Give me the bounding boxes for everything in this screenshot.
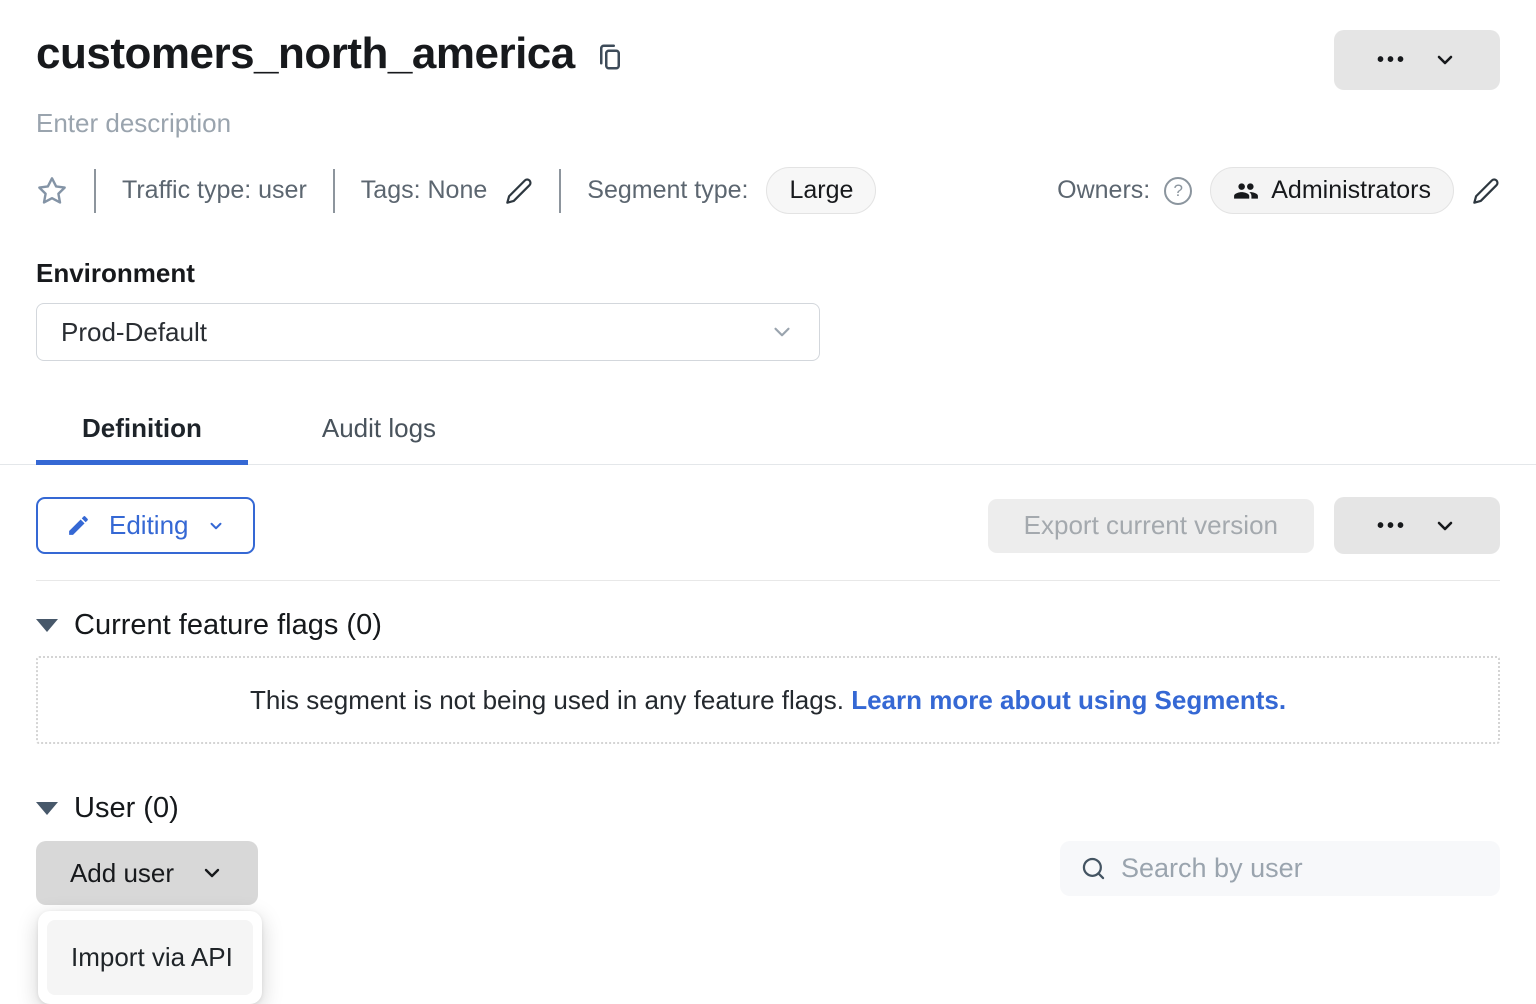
page-title: customers_north_america (36, 30, 575, 78)
caret-down-icon (36, 802, 58, 815)
section-divider (36, 580, 1500, 581)
tags-label: Tags: None (361, 176, 487, 205)
chevron-down-icon (769, 319, 795, 345)
empty-state-text: This segment is not being used in any fe… (250, 685, 851, 715)
environment-selected-value: Prod-Default (61, 317, 769, 348)
traffic-type-label: Traffic type: user (122, 176, 307, 205)
edit-tags-pencil-icon[interactable] (505, 177, 533, 205)
environment-select[interactable]: Prod-Default (36, 303, 820, 361)
segment-type-label: Segment type: (587, 176, 748, 205)
tab-audit-logs[interactable]: Audit logs (276, 401, 482, 465)
feature-flags-empty-state: This segment is not being used in any fe… (36, 656, 1500, 744)
user-section-header[interactable]: User (0) (36, 792, 1500, 825)
chevron-down-icon (200, 861, 224, 885)
segment-detail-page: customers_north_america ••• Enter descri… (0, 0, 1536, 1002)
help-icon[interactable]: ? (1164, 177, 1192, 205)
tabs-bar: Definition Audit logs (0, 401, 1536, 465)
toolbar-more-button[interactable]: ••• (1334, 497, 1500, 554)
toolbar: Editing Export current version ••• (36, 497, 1500, 554)
tab-definition[interactable]: Definition (36, 401, 248, 465)
user-section-title: User (0) (74, 792, 179, 825)
editing-label: Editing (109, 510, 189, 541)
user-search-box[interactable] (1060, 841, 1500, 896)
export-current-version-button[interactable]: Export current version (988, 499, 1314, 553)
owners-badge[interactable]: Administrators (1210, 167, 1454, 214)
meta-row: Traffic type: user Tags: None Segment ty… (36, 167, 1500, 214)
chevron-down-icon (1433, 514, 1457, 538)
menu-item-import-via-api[interactable]: Import via API (47, 920, 253, 995)
divider (559, 169, 561, 213)
divider (333, 169, 335, 213)
copy-icon[interactable] (595, 42, 625, 72)
search-by-user-input[interactable] (1121, 853, 1480, 884)
environment-label: Environment (36, 258, 1500, 289)
edit-owners-pencil-icon[interactable] (1472, 177, 1500, 205)
owners-group: Owners: ? Administrators (1057, 167, 1500, 214)
description-placeholder[interactable]: Enter description (36, 108, 1500, 139)
chevron-down-icon (1433, 48, 1457, 72)
caret-down-icon (36, 619, 58, 632)
divider (94, 169, 96, 213)
search-icon (1080, 855, 1107, 882)
add-user-button[interactable]: Add user (36, 841, 258, 905)
title-row: customers_north_america ••• (36, 0, 1500, 90)
people-icon (1233, 178, 1259, 204)
learn-more-link[interactable]: Learn more about using Segments. (851, 685, 1286, 715)
chevron-down-icon (207, 517, 225, 535)
editing-mode-button[interactable]: Editing (36, 497, 255, 554)
ellipsis-icon: ••• (1377, 516, 1407, 536)
header-more-button[interactable]: ••• (1334, 30, 1500, 90)
owners-label: Owners: (1057, 176, 1150, 205)
favorite-star-icon[interactable] (36, 175, 68, 207)
owners-value: Administrators (1271, 176, 1431, 205)
feature-flags-title: Current feature flags (0) (74, 609, 382, 642)
add-user-label: Add user (70, 858, 174, 889)
pencil-icon (66, 513, 91, 538)
add-user-dropdown-menu: Import via API (38, 911, 262, 1004)
ellipsis-icon: ••• (1377, 50, 1407, 70)
user-section-controls: Add user Import via API (36, 841, 1500, 905)
feature-flags-section-header[interactable]: Current feature flags (0) (36, 609, 1500, 642)
segment-type-badge: Large (766, 167, 876, 214)
